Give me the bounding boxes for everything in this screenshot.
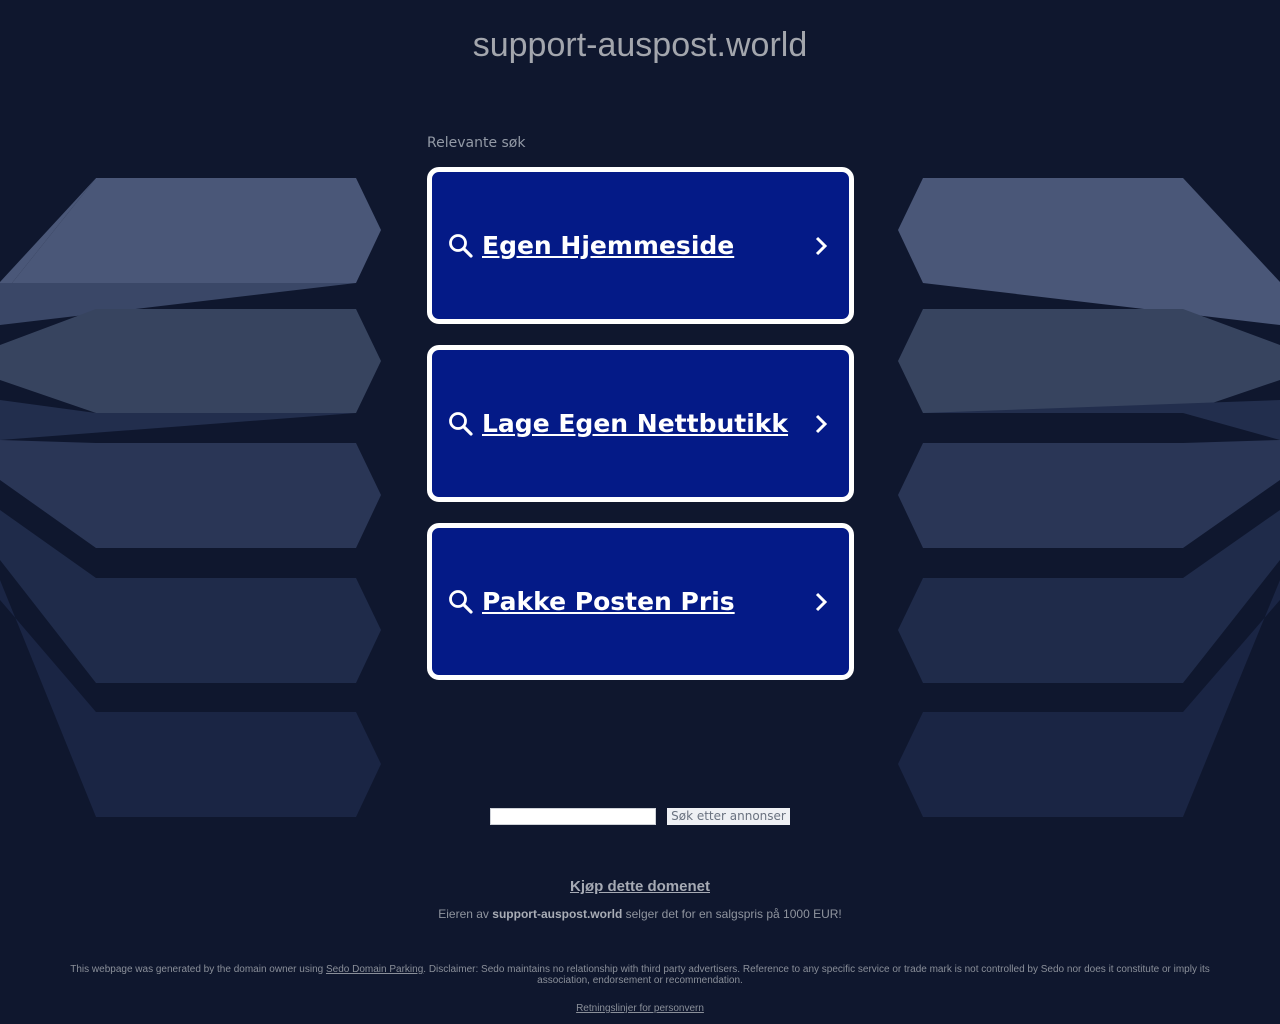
owner-suffix: selger det for en salgspris på 1000 EUR! <box>625 907 842 921</box>
owner-domain: support-auspost.world <box>492 907 623 921</box>
owner-sale-notice: Eieren av support-auspost.world selger d… <box>0 907 1280 921</box>
generated-by-text: This webpage was generated by the domain… <box>70 964 324 975</box>
related-search-link[interactable]: Lage Egen Nettbutikk <box>482 408 788 440</box>
chevron-right-icon <box>815 236 828 256</box>
search-icon <box>449 412 473 436</box>
disclaimer: This webpage was generated by the domain… <box>60 964 1220 986</box>
ad-search-form: Søk etter annonser <box>0 808 1280 826</box>
disclaimer-text: . Disclaimer: Sedo maintains no relation… <box>423 964 1210 986</box>
related-searches-label: Relevante søk <box>427 135 526 151</box>
chevron-right-icon <box>815 592 828 612</box>
search-input[interactable] <box>490 808 656 825</box>
related-search-card-2[interactable]: Lage Egen Nettbutikk <box>427 345 854 502</box>
privacy: Retningslinjer for personvern <box>0 1003 1280 1015</box>
owner-prefix: Eieren av <box>438 907 489 921</box>
search-icon <box>449 590 473 614</box>
search-icon <box>449 234 473 258</box>
sedo-parking-link[interactable]: Sedo Domain Parking <box>326 964 423 975</box>
buy-domain-link[interactable]: Kjøp dette domenet <box>570 878 710 895</box>
related-search-link[interactable]: Pakke Posten Pris <box>482 586 735 618</box>
related-search-card-1[interactable]: Egen Hjemmeside <box>427 167 854 324</box>
privacy-policy-link[interactable]: Retningslinjer for personvern <box>576 1003 704 1014</box>
page: support-auspost.world Relevante søk Egen… <box>0 0 1280 1024</box>
domain-title: support-auspost.world <box>472 26 808 64</box>
related-search-card-3[interactable]: Pakke Posten Pris <box>427 523 854 680</box>
related-search-link[interactable]: Egen Hjemmeside <box>482 230 734 262</box>
buy-domain: Kjøp dette domenet <box>0 878 1280 896</box>
search-ads-button[interactable]: Søk etter annonser <box>667 808 790 825</box>
chevron-right-icon <box>815 414 828 434</box>
background-decoration <box>0 178 1280 817</box>
